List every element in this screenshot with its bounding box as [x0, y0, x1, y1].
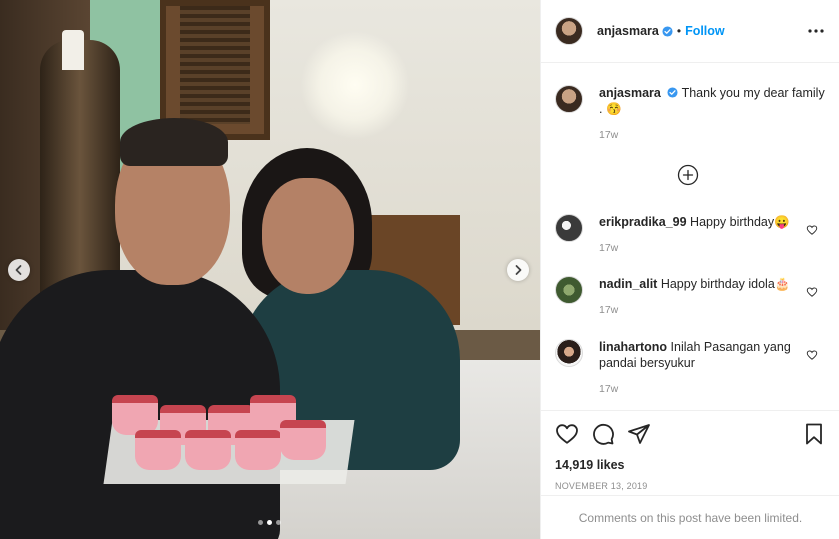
woman-face	[262, 178, 354, 294]
likes-count[interactable]: 14,919 likes	[555, 458, 826, 472]
paper-plane-icon[interactable]	[627, 422, 651, 446]
next-slide-button[interactable]	[507, 259, 529, 281]
comment-time[interactable]: 17w	[599, 381, 799, 397]
cupcake	[280, 420, 326, 460]
caption: anjasmara Thank you my dear family . 😚 1…	[555, 85, 830, 143]
cupcake	[112, 395, 158, 435]
cupcake	[235, 430, 281, 470]
comment-time[interactable]: 17w	[599, 302, 799, 318]
chevron-right-icon	[515, 265, 522, 275]
comment-text: Happy birthday😛	[690, 215, 790, 229]
separator: •	[676, 24, 682, 38]
more-horizontal-icon	[808, 29, 824, 33]
verified-badge-icon	[662, 25, 673, 37]
comment-item: erikpradika_99 Happy birthday😛 17w	[555, 214, 830, 256]
comment-bubble-icon[interactable]	[591, 422, 615, 446]
man-hair	[120, 118, 228, 166]
comments-list[interactable]: anjasmara Thank you my dear family . 😚 1…	[541, 64, 839, 410]
post-side-panel: anjasmara • Follow anjasmara Thank you m…	[540, 0, 839, 539]
post-header: anjasmara • Follow	[541, 0, 839, 63]
avatar[interactable]	[555, 214, 583, 242]
cupcake	[135, 430, 181, 470]
bed-post	[40, 40, 120, 300]
heart-icon[interactable]	[806, 224, 818, 236]
comment-text: Happy birthday idola🎂	[660, 277, 791, 291]
heart-icon[interactable]	[555, 422, 579, 446]
caption-time[interactable]: 17w	[599, 127, 829, 143]
verified-badge-icon	[667, 87, 678, 98]
carousel-indicator	[258, 520, 281, 525]
caption-username[interactable]: anjasmara	[599, 86, 661, 100]
heart-icon[interactable]	[806, 286, 818, 298]
avatar[interactable]	[555, 85, 583, 113]
cupcake	[185, 430, 231, 470]
comment-item: nadin_alit Happy birthday idola🎂 17w	[555, 276, 830, 318]
carousel-dot	[276, 520, 281, 525]
post-username[interactable]: anjasmara	[597, 24, 659, 38]
bed-post-lamp	[62, 30, 84, 70]
post-date[interactable]: NOVEMBER 13, 2019	[555, 481, 826, 491]
post-actions: 14,919 likes NOVEMBER 13, 2019	[541, 410, 839, 491]
comment-username[interactable]: nadin_alit	[599, 277, 657, 291]
comment-username[interactable]: erikpradika_99	[599, 215, 687, 229]
post-photo[interactable]	[0, 0, 540, 539]
more-options-button[interactable]	[807, 22, 825, 40]
avatar[interactable]	[555, 339, 583, 367]
heart-icon[interactable]	[806, 349, 818, 361]
carousel-dot	[258, 520, 263, 525]
comment-time[interactable]: 17w	[599, 240, 799, 256]
follow-button[interactable]: Follow	[685, 24, 725, 38]
comment-item: linahartono Inilah Pasangan yang pandai …	[555, 339, 830, 397]
previous-slide-button[interactable]	[8, 259, 30, 281]
load-more-comments-icon[interactable]	[677, 164, 699, 186]
bookmark-icon[interactable]	[802, 422, 826, 446]
lamp-glow	[300, 30, 410, 140]
carousel-dot-active	[267, 520, 272, 525]
comment-username[interactable]: linahartono	[599, 340, 667, 354]
chevron-left-icon	[15, 265, 22, 275]
avatar[interactable]	[555, 17, 583, 45]
comments-limited-notice: Comments on this post have been limited.	[541, 495, 839, 539]
avatar[interactable]	[555, 276, 583, 304]
